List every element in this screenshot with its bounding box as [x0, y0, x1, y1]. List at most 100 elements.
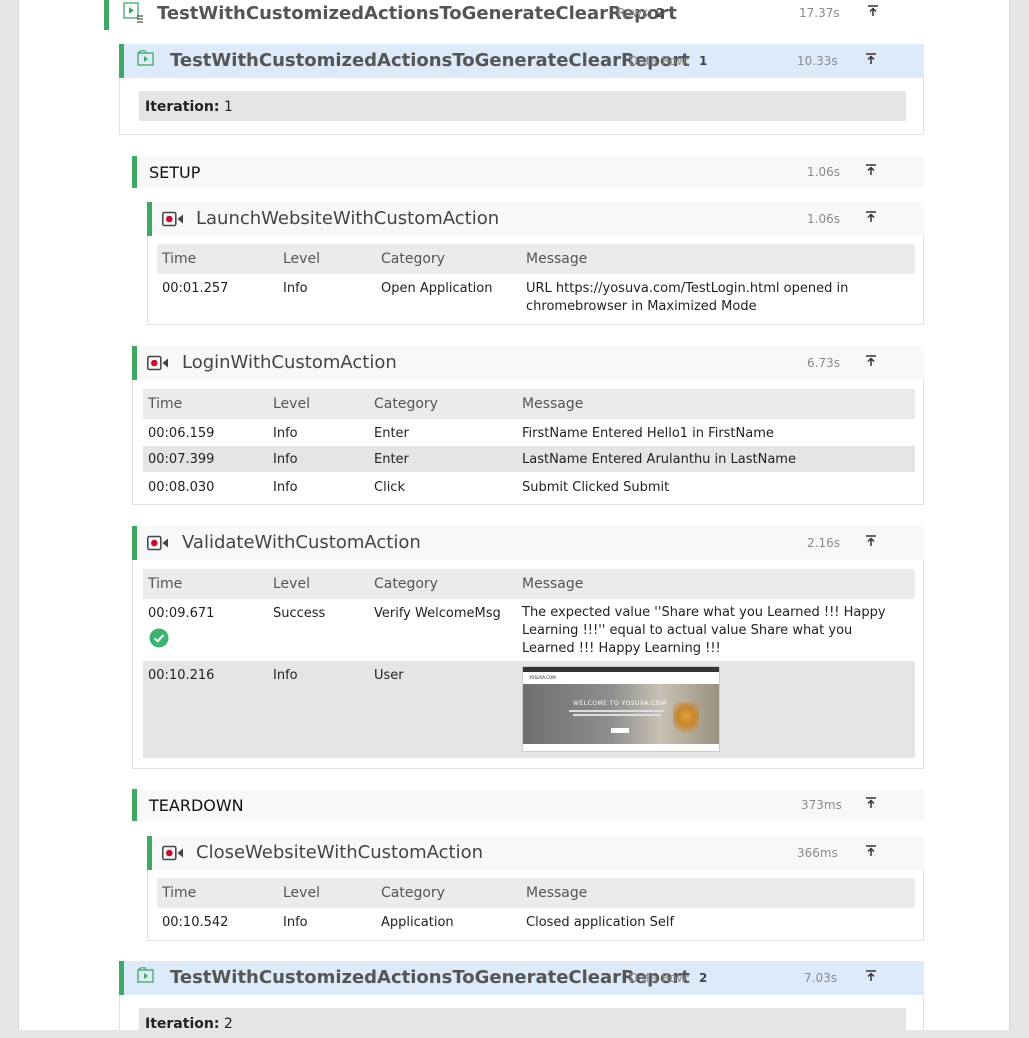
- action-header-login[interactable]: LoginWithCustomAction 6.73s: [132, 346, 924, 380]
- log-category: Enter: [374, 426, 409, 441]
- log-message: The expected value ''Share what you Lear…: [522, 605, 886, 656]
- action-header-close[interactable]: CloseWebsiteWithCustomAction 366ms: [147, 836, 924, 870]
- thumbnail-text: [569, 710, 664, 712]
- log-category: Enter: [374, 452, 409, 467]
- data-row-label: Data Row:: [629, 54, 690, 68]
- action-duration: 1.06s: [807, 212, 840, 226]
- col-level: Level: [283, 885, 320, 901]
- col-message: Message: [522, 396, 584, 412]
- log-level: Info: [273, 668, 298, 683]
- teardown-label: TEARDOWN: [149, 796, 244, 815]
- test-duration: 17.37s: [799, 6, 840, 20]
- iteration-header-1[interactable]: TestWithCustomizedActionsToGenerateClear…: [119, 44, 924, 78]
- check-circle-icon: [149, 628, 169, 652]
- col-level: Level: [273, 396, 310, 412]
- teardown-header[interactable]: TEARDOWN 373ms: [132, 789, 924, 821]
- log-category: Verify WelcomeMsg: [374, 606, 501, 621]
- play-file-icon: [137, 50, 155, 70]
- thumbnail-text: [573, 714, 661, 716]
- collapse-icon[interactable]: [865, 970, 879, 984]
- data-row-value: 2: [699, 971, 708, 985]
- log-level: Info: [273, 426, 298, 441]
- collapse-icon[interactable]: [865, 355, 879, 369]
- action-body-validate: Time Level Category Message 00:09.671 Su…: [132, 560, 924, 769]
- log-level: Info: [283, 281, 308, 296]
- col-category: Category: [374, 396, 438, 412]
- rows-value: 2: [656, 6, 665, 20]
- log-row: 00:07.399 Info Enter LastName Entered Ar…: [143, 446, 915, 472]
- log-category: Open Application: [381, 281, 493, 296]
- teardown-duration: 373ms: [801, 798, 842, 812]
- log-level: Info: [273, 452, 298, 467]
- log-category: Click: [374, 480, 405, 495]
- action-name: LaunchWebsiteWithCustomAction: [196, 208, 500, 229]
- collapse-icon[interactable]: [867, 5, 881, 19]
- col-level: Level: [273, 576, 310, 592]
- video-record-icon: [147, 355, 169, 375]
- log-time: 00:10.216: [148, 668, 215, 683]
- log-message: URL https://yosuva.com/TestLogin.html op…: [526, 281, 849, 314]
- data-row-label: Data Row:: [629, 971, 690, 985]
- data-driven-test-icon: [123, 2, 145, 28]
- log-table-header: Time Level Category Message: [157, 244, 915, 274]
- thumbnail-plant: [673, 702, 699, 738]
- video-record-icon: [162, 211, 184, 231]
- action-body-login: Time Level Category Message 00:06.159 In…: [132, 380, 924, 505]
- col-category: Category: [381, 251, 445, 267]
- log-table-header: Time Level Category Message: [143, 389, 915, 419]
- data-row-value: 1: [699, 54, 708, 68]
- collapse-icon[interactable]: [865, 164, 879, 178]
- log-time: 00:08.030: [148, 480, 215, 495]
- iteration-label-bar: Iteration: 2: [139, 1008, 906, 1038]
- video-record-icon: [162, 845, 184, 865]
- log-time: 00:07.399: [148, 452, 215, 467]
- log-message: Closed application Self: [526, 915, 675, 930]
- play-file-icon: [137, 967, 155, 987]
- log-time: 00:01.257: [162, 281, 229, 296]
- iteration-header-2[interactable]: TestWithCustomizedActionsToGenerateClear…: [119, 961, 924, 995]
- action-name: ValidateWithCustomAction: [182, 532, 421, 553]
- setup-duration: 1.06s: [807, 165, 840, 179]
- log-message: FirstName Entered Hello1 in FirstName: [522, 426, 774, 441]
- test-title: TestWithCustomizedActionsToGenerateClear…: [157, 3, 677, 24]
- collapse-icon[interactable]: [865, 535, 879, 549]
- test-header-top[interactable]: TestWithCustomizedActionsToGenerateClear…: [104, 0, 974, 30]
- screenshot-thumbnail[interactable]: YOSUVA.COM WELCOME TO YOSUVA.COM: [522, 666, 720, 752]
- log-time: 00:06.159: [148, 426, 215, 441]
- log-level: Info: [283, 915, 308, 930]
- action-name: LoginWithCustomAction: [182, 352, 397, 373]
- setup-header[interactable]: SETUP 1.06s: [132, 156, 924, 188]
- action-header-launch[interactable]: LaunchWebsiteWithCustomAction 1.06s: [147, 202, 924, 236]
- col-time: Time: [162, 885, 197, 901]
- thumbnail-site-name: YOSUVA.COM: [529, 675, 556, 680]
- action-body-close: Time Level Category Message 00:10.542 In…: [147, 870, 924, 941]
- log-table-header: Time Level Category Message: [157, 878, 915, 908]
- action-header-validate[interactable]: ValidateWithCustomAction 2.16s: [132, 526, 924, 560]
- col-category: Category: [381, 885, 445, 901]
- iteration-body-1: Iteration: 1: [119, 78, 924, 135]
- col-level: Level: [283, 251, 320, 267]
- col-message: Message: [526, 885, 588, 901]
- iteration-title: TestWithCustomizedActionsToGenerateClear…: [170, 967, 690, 988]
- col-time: Time: [162, 251, 197, 267]
- report-page: TestWithCustomizedActionsToGenerateClear…: [18, 0, 1010, 1038]
- iteration-label-bar: Iteration: 1: [139, 91, 906, 121]
- collapse-icon[interactable]: [865, 53, 879, 67]
- collapse-icon[interactable]: [865, 211, 879, 225]
- log-message: Submit Clicked Submit: [522, 480, 670, 495]
- collapse-icon[interactable]: [865, 797, 879, 811]
- collapse-icon[interactable]: [865, 845, 879, 859]
- col-time: Time: [148, 396, 183, 412]
- iteration-label: Iteration:: [145, 99, 220, 115]
- log-level: Success: [273, 606, 326, 621]
- log-time: 00:09.671: [148, 606, 215, 621]
- log-message: LastName Entered Arulanthu in LastName: [522, 452, 796, 467]
- iteration-duration: 7.03s: [804, 971, 837, 985]
- action-duration: 6.73s: [807, 356, 840, 370]
- col-category: Category: [374, 576, 438, 592]
- iteration-title: TestWithCustomizedActionsToGenerateClear…: [170, 50, 690, 71]
- action-duration: 2.16s: [807, 536, 840, 550]
- log-row: 00:10.216 Info User YOSUVA.COM WELCOME T…: [143, 661, 915, 758]
- log-table-header: Time Level Category Message: [143, 569, 915, 599]
- video-record-icon: [147, 535, 169, 555]
